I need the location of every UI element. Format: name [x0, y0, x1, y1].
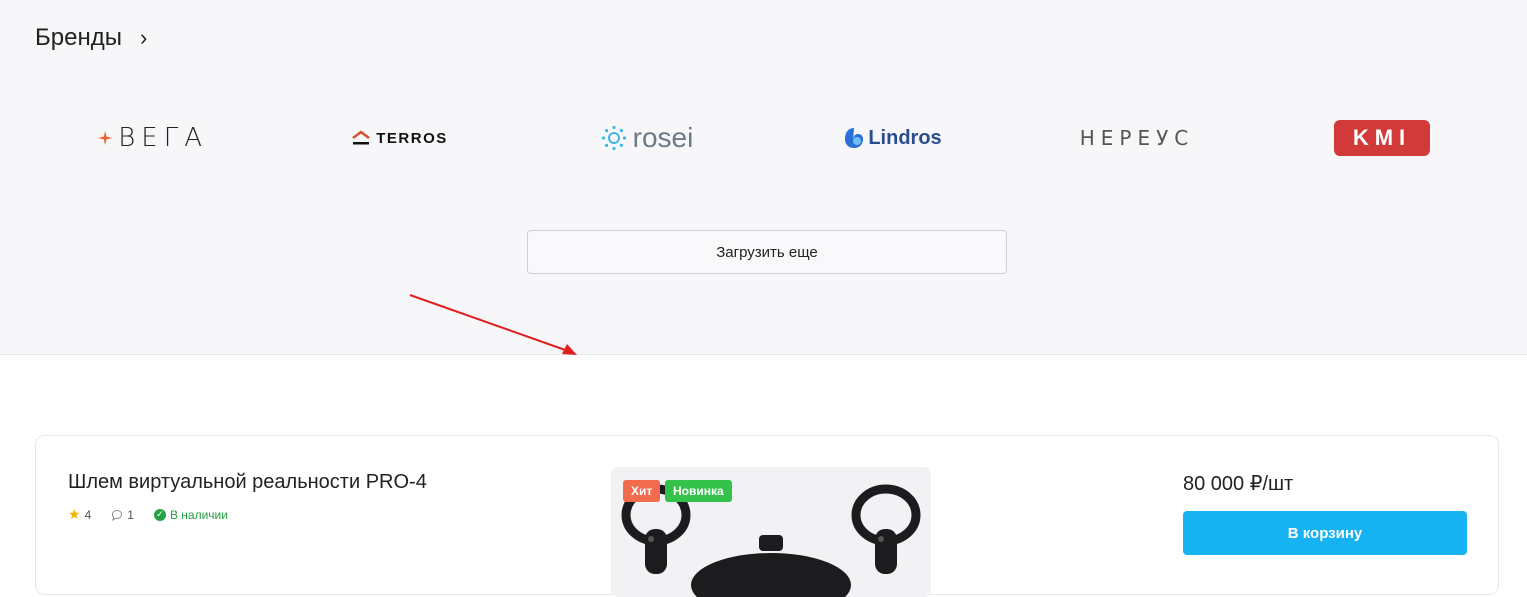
rating-value: 4: [84, 507, 92, 522]
badge-hit: Хит: [623, 480, 661, 502]
product-price: 80 000 ₽/шт: [1183, 473, 1294, 495]
annotation-arrow-icon: [409, 294, 577, 355]
star-icon: ★: [68, 506, 81, 522]
sun-icon: [601, 125, 626, 151]
brand-logo-kmi[interactable]: KMI: [1333, 118, 1431, 158]
drop-leaf-icon: [845, 128, 864, 148]
brand-name: Lindros: [868, 126, 942, 149]
brand-logo-rosei[interactable]: rosei: [592, 118, 702, 158]
kmi-logo-box: KMI: [1334, 120, 1430, 156]
brand-logo-lindros[interactable]: Lindros: [838, 118, 948, 158]
brand-logo-nereus[interactable]: НЕРЕУС: [1079, 118, 1195, 158]
brand-name: KMI: [1352, 125, 1412, 150]
comment-icon: [112, 509, 123, 521]
badge-new: Новинка: [665, 480, 732, 502]
product-card: Шлем виртуальной реальности PRO-4 ★ 4 1 …: [35, 435, 1499, 597]
reviews-count: 1: [127, 507, 134, 522]
stock-status: ✓ В наличии: [153, 507, 228, 522]
add-to-cart-button[interactable]: В корзину: [1183, 511, 1467, 555]
brand-name: rosei: [632, 122, 694, 153]
stock-label: В наличии: [169, 507, 228, 522]
product-meta: ★ 4 1 ✓ В наличии: [68, 506, 228, 523]
product-title[interactable]: Шлем виртуальной реальности PRO-4: [68, 471, 427, 494]
brand-name: НЕРЕУС: [1079, 126, 1195, 150]
check-circle-icon: ✓: [153, 508, 166, 521]
